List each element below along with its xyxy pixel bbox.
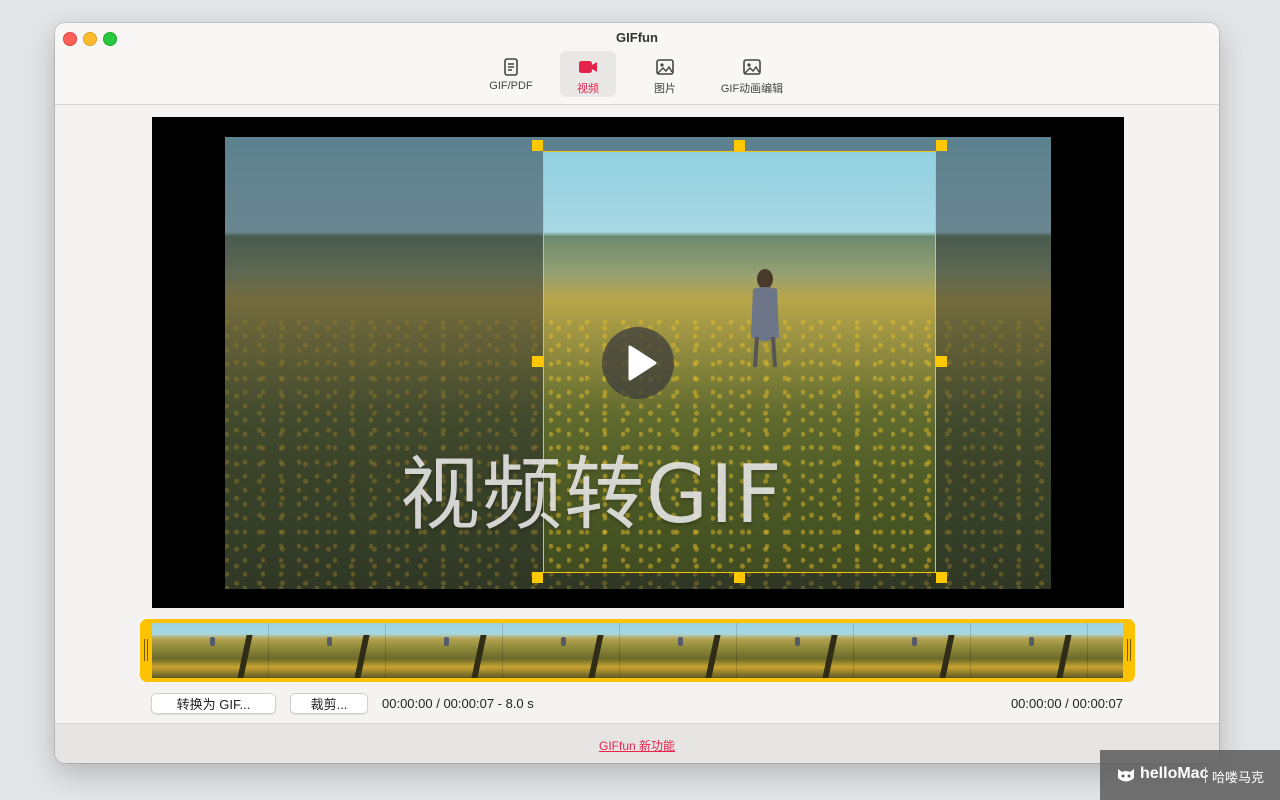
crop-handle-bottom-right[interactable] [936,572,947,583]
tab-label: GIF动画编辑 [720,83,784,95]
timeline-range[interactable] [140,619,1135,682]
frame-thumbnail [503,623,620,678]
play-button[interactable] [602,327,674,399]
crop-handle-top-right[interactable] [936,140,947,151]
window-title: GIFfun [616,30,658,45]
frame-thumbnail [386,623,503,678]
tab-gif-edit[interactable]: GIF动画编辑 [712,51,792,97]
cat-face-icon [1118,769,1134,782]
app-window: GIFfun GIF/PDF 视频 图片 GIF动画编辑 视频转GIF 转换为 … [55,23,1219,763]
convert-to-gif-button[interactable]: 转换为 GIF... [151,693,276,714]
crop-handle-top-left[interactable] [532,140,543,151]
crop-handle-left[interactable] [532,356,543,367]
timeline-end-handle[interactable] [1127,639,1131,661]
crop-button[interactable]: 裁剪... [290,693,368,714]
current-time: 00:00:00 / 00:00:07 [1010,696,1123,711]
frame-thumbnail [620,623,737,678]
video-camera-icon [579,61,597,73]
badge-divider [1205,767,1206,783]
toolbar: GIF/PDF 视频 图片 GIF动画编辑 [55,51,1219,97]
video-watermark-text: 视频转GIF [400,448,784,541]
badge-brand: helloMac [1140,765,1209,782]
play-icon [628,345,657,381]
title-bar: GIFfun GIF/PDF 视频 图片 GIF动画编辑 [55,23,1219,105]
badge-text: 哈喽马克 [1212,770,1265,785]
tab-image[interactable]: 图片 [640,51,690,97]
crop-handle-bottom-left[interactable] [532,572,543,583]
video-preview: 视频转GIF [152,117,1124,608]
document-icon [504,58,518,76]
image-icon [656,59,674,75]
frame-thumbnail [737,623,854,678]
tab-label: 视频 [577,83,599,95]
footer-bar: GIFfun 新功能 [55,723,1219,763]
crop-handle-bottom[interactable] [734,572,745,583]
timeline-start-handle[interactable] [144,639,148,661]
frame-thumbnail [269,623,386,678]
time-range-info: 00:00:00 / 00:00:07 - 8.0 s [382,696,534,711]
tab-video[interactable]: 视频 [560,51,616,97]
frame-thumbnail [854,623,971,678]
watermark-badge: helloMac 哈喽马克 [1100,750,1280,800]
whats-new-link[interactable]: GIFfun 新功能 [55,737,1219,754]
crop-mask-right [936,137,1051,589]
tab-label: 图片 [654,83,676,95]
tab-gif-pdf[interactable]: GIF/PDF [478,51,544,97]
frame-thumbnail [971,623,1088,678]
thumbnail-strip [152,623,1123,678]
frame-thumbnail [152,623,269,678]
tab-label: GIF/PDF [489,80,533,92]
crop-handle-top[interactable] [734,140,745,151]
crop-handle-right[interactable] [936,356,947,367]
frame-thumbnail [1088,623,1123,678]
image-edit-icon [743,59,761,75]
